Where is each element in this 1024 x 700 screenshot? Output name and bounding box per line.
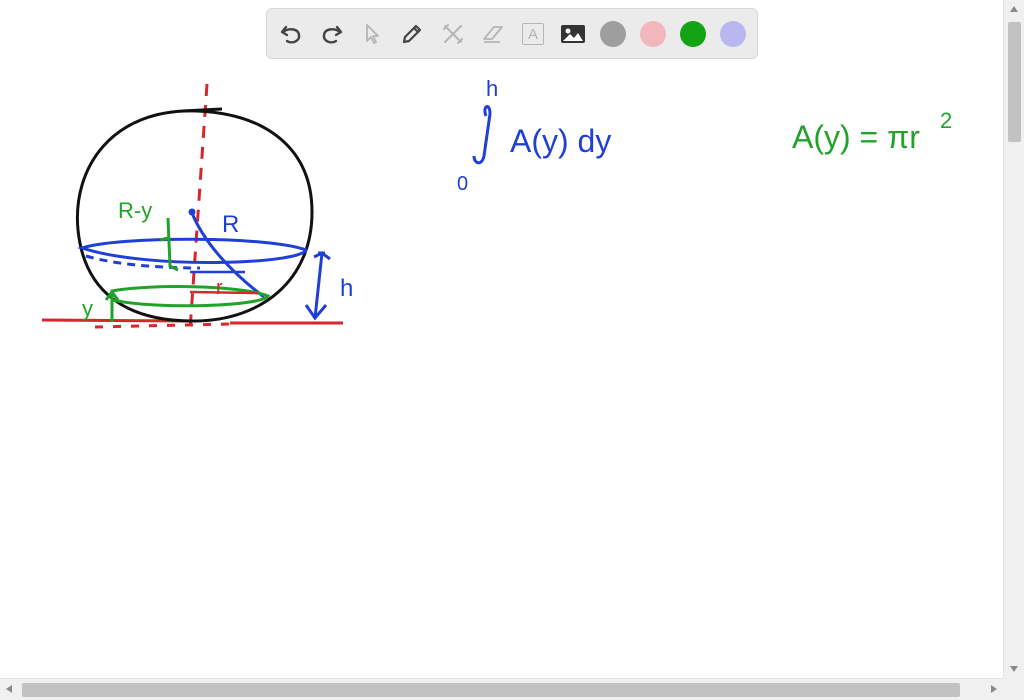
ground-line-dashed: [94, 322, 231, 329]
redo-icon: [322, 25, 343, 44]
eraser-icon: [483, 26, 503, 43]
pencil-icon: [402, 24, 422, 44]
green-radius-r: [189, 290, 259, 295]
text-icon-label: A: [527, 25, 538, 43]
eraser-button[interactable]: [477, 18, 509, 50]
undo-button[interactable]: [275, 18, 307, 50]
sketch: R R-y r h y h 0 A(y) dy A(y) = πr 2: [41, 76, 952, 331]
tools-icon: [443, 24, 463, 44]
label-radius: R: [222, 211, 239, 238]
image-icon: [561, 25, 585, 43]
sphere-top-mark: [181, 107, 223, 113]
vertical-scrollbar[interactable]: [1003, 0, 1024, 678]
label-small-r: r: [216, 277, 223, 299]
integral-upper-limit: h: [486, 76, 498, 101]
label-height: h: [340, 275, 353, 302]
integral-sign: [472, 105, 492, 165]
label-r-minus-y: R-y: [118, 198, 152, 223]
select-arrow-icon: [366, 24, 379, 44]
color-swatch-lavender[interactable]: [720, 21, 746, 47]
horizontal-scroll-thumb[interactable]: [22, 683, 960, 697]
image-button[interactable]: [557, 18, 589, 50]
text-button[interactable]: A: [517, 18, 549, 50]
scroll-up-arrow-icon[interactable]: [1010, 6, 1018, 12]
area-exponent: 2: [940, 108, 952, 133]
tools-button[interactable]: [437, 18, 469, 50]
drawing-toolbar: A: [266, 8, 758, 59]
green-disk: [110, 285, 271, 308]
area-formula: A(y) = πr: [792, 119, 920, 155]
integrand-text: A(y) dy: [510, 123, 611, 159]
integral-lower-limit: 0: [457, 173, 468, 195]
redo-button[interactable]: [316, 18, 348, 50]
undo-icon: [280, 25, 301, 44]
drawing-canvas[interactable]: R R-y r h y h 0 A(y) dy A(y) = πr 2: [0, 0, 1003, 678]
pencil-button[interactable]: [396, 18, 428, 50]
label-y: y: [82, 296, 93, 321]
color-swatch-gray[interactable]: [600, 21, 626, 47]
scroll-down-arrow-icon[interactable]: [1010, 666, 1018, 672]
color-swatch-green[interactable]: [680, 21, 706, 47]
vertical-scroll-thumb[interactable]: [1008, 22, 1021, 142]
text-icon: A: [522, 23, 544, 45]
scroll-right-arrow-icon[interactable]: [991, 685, 997, 693]
horizontal-scrollbar[interactable]: [0, 678, 1003, 700]
height-arrow: [304, 251, 331, 321]
scrollbar-corner: [1003, 678, 1024, 700]
scroll-left-arrow-icon[interactable]: [6, 685, 12, 693]
y-arrow: [104, 289, 120, 322]
center-point: [188, 208, 196, 216]
color-swatch-pink[interactable]: [640, 21, 666, 47]
select-button[interactable]: [356, 18, 388, 50]
